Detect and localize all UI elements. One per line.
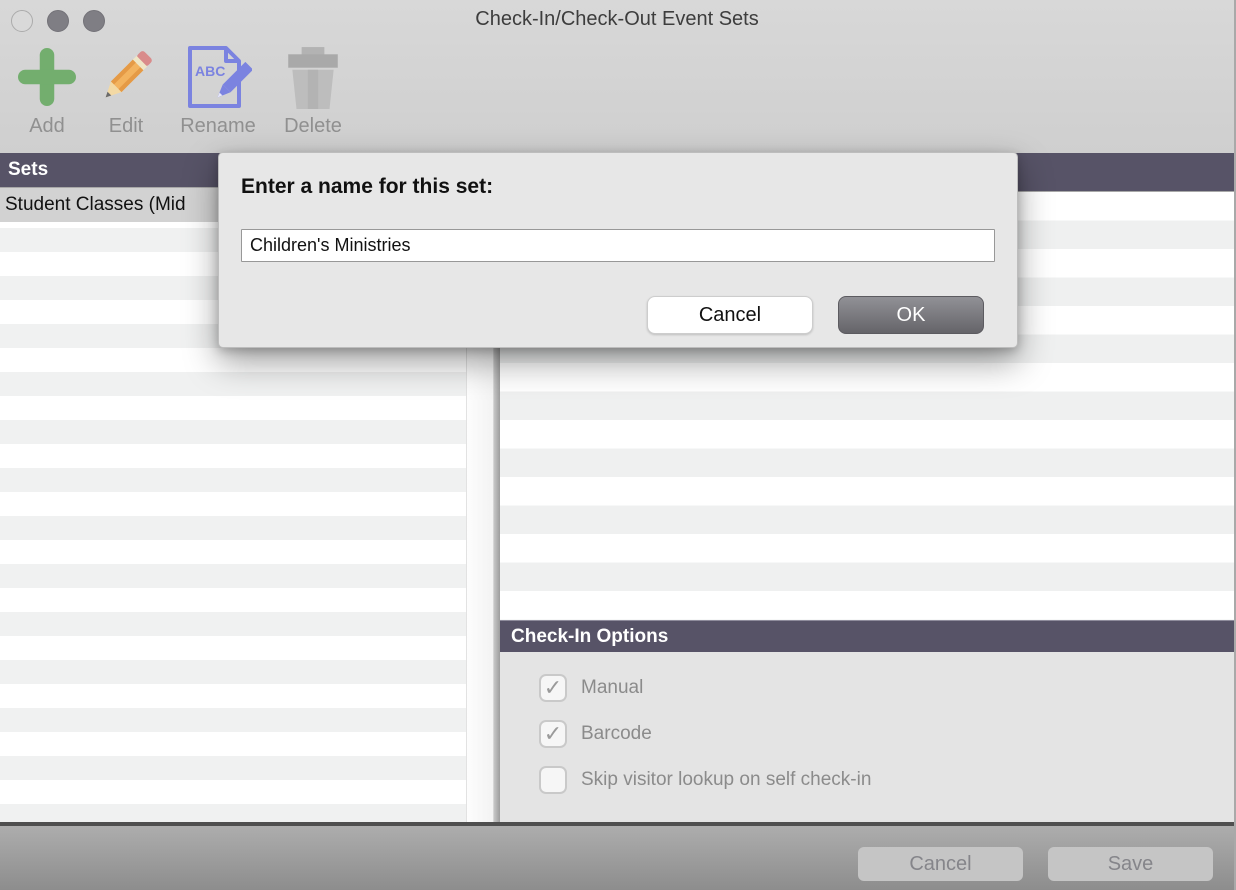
- barcode-checkbox[interactable]: ✓: [539, 720, 567, 748]
- edit-button-label: Edit: [109, 114, 143, 138]
- pencil-icon: [94, 44, 158, 110]
- rename-icon-text: ABC: [195, 63, 225, 79]
- footer-bar: Cancel Save: [0, 822, 1236, 890]
- set-name-input[interactable]: [241, 229, 995, 262]
- skip-visitor-lookup-checkbox[interactable]: [539, 766, 567, 794]
- delete-button[interactable]: Delete: [274, 44, 352, 138]
- title-bar: Check-In/Check-Out Event Sets Add: [0, 0, 1234, 153]
- check-in-options-header: Check-In Options: [500, 620, 1236, 652]
- footer-save-button[interactable]: Save: [1048, 847, 1213, 881]
- add-button[interactable]: Add: [10, 44, 84, 138]
- skip-visitor-lookup-label: Skip visitor lookup on self check-in: [581, 769, 871, 791]
- app-window: Check-In/Check-Out Event Sets Add: [0, 0, 1236, 890]
- option-row-skip-visitor-lookup: Skip visitor lookup on self check-in: [539, 766, 1236, 794]
- option-row-barcode: ✓ Barcode: [539, 720, 1236, 748]
- plus-icon: [18, 44, 76, 110]
- add-button-label: Add: [29, 114, 65, 138]
- dialog-ok-button[interactable]: OK: [838, 296, 984, 334]
- window-title: Check-In/Check-Out Event Sets: [0, 8, 1234, 31]
- manual-label: Manual: [581, 677, 643, 699]
- option-row-manual: ✓ Manual: [539, 674, 1236, 702]
- rename-button[interactable]: ABC Rename: [172, 44, 264, 138]
- edit-button[interactable]: Edit: [86, 44, 166, 138]
- name-set-dialog: Enter a name for this set: Cancel OK: [218, 152, 1018, 348]
- manual-checkbox[interactable]: ✓: [539, 674, 567, 702]
- check-in-options-area: ✓ Manual ✓ Barcode Skip visitor lookup o…: [500, 652, 1236, 822]
- dialog-cancel-button[interactable]: Cancel: [647, 296, 813, 334]
- rename-button-label: Rename: [180, 114, 256, 138]
- trash-icon: [284, 44, 342, 110]
- toolbar: Add Ed: [10, 44, 352, 138]
- footer-cancel-button[interactable]: Cancel: [858, 847, 1023, 881]
- barcode-label: Barcode: [581, 723, 652, 745]
- delete-button-label: Delete: [284, 114, 342, 138]
- dialog-title: Enter a name for this set:: [241, 175, 493, 199]
- rename-document-icon: ABC: [184, 44, 252, 110]
